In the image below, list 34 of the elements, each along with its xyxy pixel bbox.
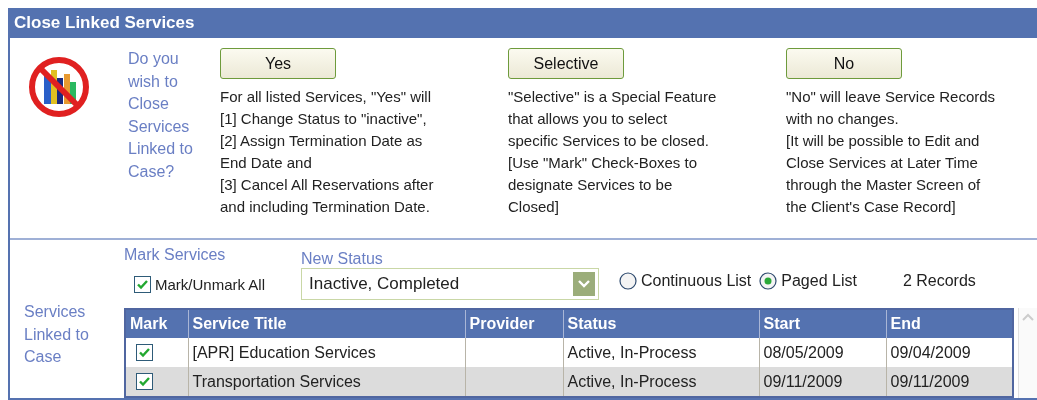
table-cell: Transportation Services xyxy=(188,367,465,397)
radio-label: Paged List xyxy=(781,272,857,290)
field-label: New Status xyxy=(301,250,384,268)
radio-button[interactable] xyxy=(759,272,778,290)
choice-description: For all listed Services, "Yes" will [1] Change Status to "inactive", [2] Assign Termination Date as End Date and [3] Cancel All Reservations after and including Termination Date. xyxy=(220,87,435,217)
no-books-icon xyxy=(28,56,90,118)
checkbox[interactable] xyxy=(136,343,153,361)
window-title: Close Linked Services xyxy=(10,8,1037,38)
column-header: Status xyxy=(563,309,759,338)
column-header: Provider xyxy=(465,309,563,338)
scrollbar[interactable] xyxy=(1018,308,1037,398)
column-header: End xyxy=(886,309,1013,338)
status-dropdown[interactable]: Inactive, Completed xyxy=(301,268,599,300)
column-header: Start xyxy=(759,309,886,338)
checkbox-label: Mark/Unmark All xyxy=(155,275,266,293)
choice-description: "Selective" is a Special Feature that allows you to select specific Services to be closed. [Use "Mark" Check-Boxes to designate Services to be Closed] xyxy=(508,87,718,217)
table-cell: 09/11/2009 xyxy=(886,367,1013,397)
radio-label: Continuous List xyxy=(641,272,752,290)
chevron-down-icon xyxy=(573,272,595,296)
table-cell: 09/11/2009 xyxy=(759,367,886,397)
radio-button[interactable] xyxy=(619,272,637,290)
choice-description: "No" will leave Service Records with no changes. [It will be possible to Edit and Close Services at Later Time through the Master Screen of the Client's Case Record] xyxy=(786,87,997,217)
table-cell: Active, In-Process xyxy=(563,367,759,397)
column-header: Mark xyxy=(125,309,188,338)
checkbox[interactable] xyxy=(136,372,153,390)
records-count: 2 Records xyxy=(902,272,976,290)
choice-button[interactable]: Yes xyxy=(220,48,336,79)
section-label: Services Linked to Case xyxy=(23,302,90,367)
field-label: Mark Services xyxy=(124,246,227,264)
column-header: Service Title xyxy=(188,309,465,338)
question-text: Do you wish to Close Services Linked to Case? xyxy=(128,49,194,182)
choice-button[interactable]: No xyxy=(786,48,902,79)
checkbox[interactable] xyxy=(134,275,151,293)
choice-button[interactable]: Selective xyxy=(508,48,624,79)
